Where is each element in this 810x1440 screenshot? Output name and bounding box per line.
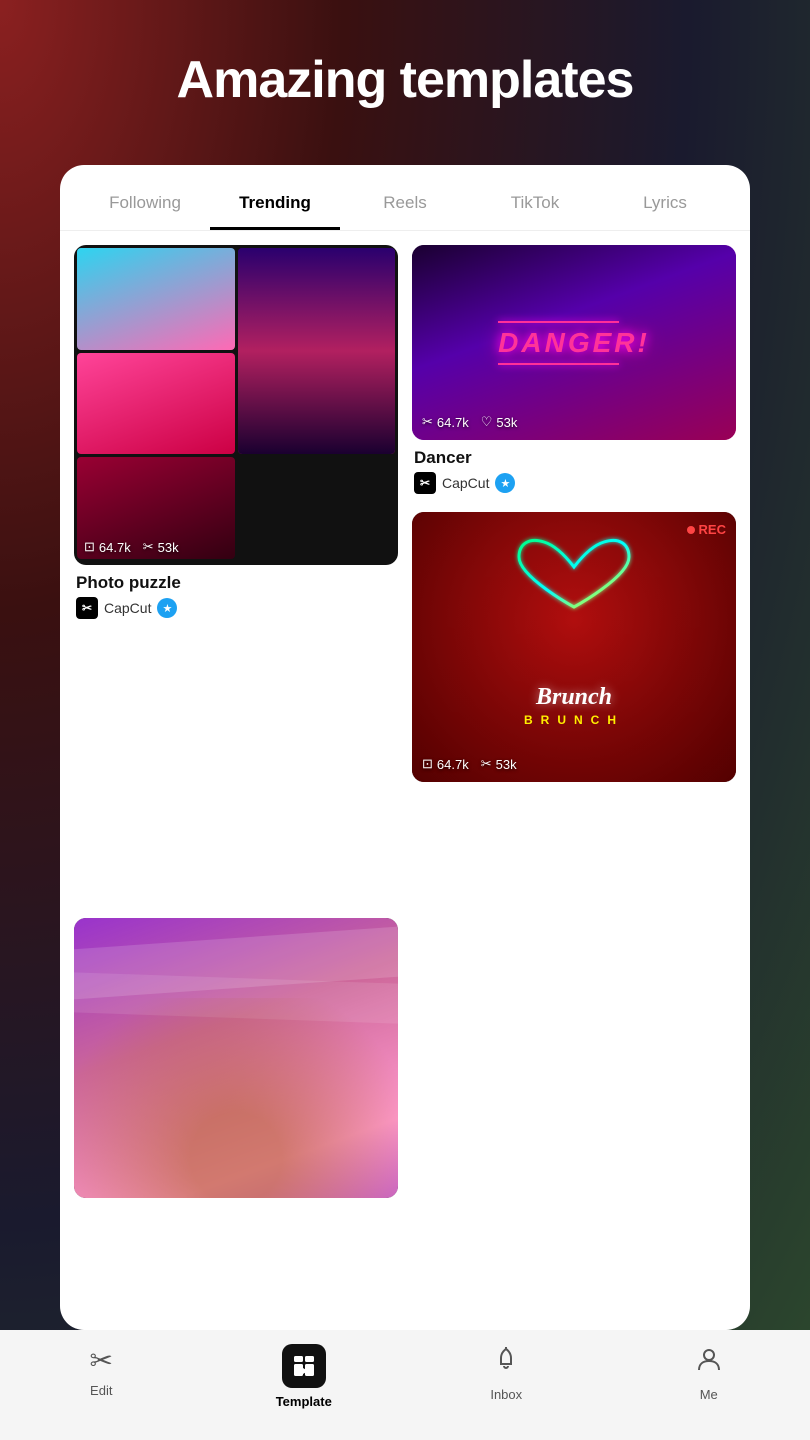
author-name: CapCut xyxy=(442,475,489,491)
tab-reels[interactable]: Reels xyxy=(340,183,470,230)
nav-edit[interactable]: ✂ Edit xyxy=(0,1344,203,1398)
bookmark-icon: ⊡ xyxy=(84,539,95,555)
nav-me[interactable]: Me xyxy=(608,1344,810,1402)
photo-puzzle-thumb: ⊡ 64.7k ✂ 53k xyxy=(74,245,398,565)
author-name: CapCut xyxy=(104,600,151,616)
bell-icon xyxy=(491,1344,521,1381)
dancer-stats: ✂ 64.7k ♡ 53k xyxy=(422,414,517,430)
tab-lyrics[interactable]: Lyrics xyxy=(600,183,730,230)
rec-dot xyxy=(687,526,695,534)
tab-tiktok[interactable]: TikTok xyxy=(470,183,600,230)
photo-puzzle-author: ✂ CapCut ★ xyxy=(76,597,396,619)
heart-stat: ♡ 53k xyxy=(481,414,518,430)
danger-text: DANGER! xyxy=(498,327,650,359)
rec-text: REC xyxy=(699,522,726,537)
capcut-logo: ✂ xyxy=(76,597,98,619)
photo-puzzle-meta: Photo puzzle ✂ CapCut ★ xyxy=(74,565,398,623)
nav-edit-label: Edit xyxy=(90,1383,112,1398)
verified-badge: ★ xyxy=(495,473,515,493)
bookmark-icon: ⊡ xyxy=(422,756,433,772)
brunch-thumb: Brunch BRUNCH REC ⊡ 64.7k xyxy=(412,512,736,782)
templates-grid: ⊡ 64.7k ✂ 53k Photo puzzle ✂ CapCut ★ xyxy=(60,231,750,1330)
bookmark-stat: ⊡ 64.7k xyxy=(422,756,469,772)
neon-heart-icon xyxy=(509,532,639,622)
photo-puzzle-title: Photo puzzle xyxy=(76,573,396,593)
right-column: DANGER! ✂ 64.7k ♡ 53k xyxy=(412,245,736,904)
list-item[interactable]: ⊡ 64.7k ✂ 53k Photo puzzle ✂ CapCut ★ xyxy=(74,245,398,904)
bookmark-stat: ⊡ 64.7k xyxy=(84,539,131,555)
bottom-nav: ✂ Edit Template Inbox xyxy=(0,1330,810,1440)
dancer-meta: Dancer ✂ CapCut ★ xyxy=(412,440,736,498)
scissors-icon: ✂ xyxy=(143,539,154,555)
scissors-stat: ✂ 53k xyxy=(143,539,179,555)
tab-trending[interactable]: Trending xyxy=(210,183,340,230)
nav-template[interactable]: Template xyxy=(203,1344,406,1409)
scissors-icon: ✂ xyxy=(481,756,492,772)
dancer-thumb: DANGER! ✂ 64.7k ♡ 53k xyxy=(412,245,736,440)
heart-icon: ♡ xyxy=(481,414,493,430)
verified-badge: ★ xyxy=(157,598,177,618)
list-item[interactable] xyxy=(74,918,398,1320)
stats-overlay: ⊡ 64.7k ✂ 53k xyxy=(84,539,179,555)
scissors-icon: ✂ xyxy=(422,414,433,430)
main-card: Following Trending Reels TikTok Lyrics xyxy=(60,165,750,1330)
portrait-thumb xyxy=(74,918,398,1198)
dancer-title: Dancer xyxy=(414,448,734,468)
tab-bar: Following Trending Reels TikTok Lyrics xyxy=(60,165,750,231)
scissors-stat: ✂ 53k xyxy=(481,756,517,772)
scissors-icon: ✂ xyxy=(90,1344,113,1377)
nav-me-label: Me xyxy=(700,1387,718,1402)
uses-count: 64.7k xyxy=(99,540,131,555)
capcut-logo: ✂ xyxy=(414,472,436,494)
brunch-stats: ⊡ 64.7k ✂ 53k xyxy=(422,756,517,772)
nav-inbox[interactable]: Inbox xyxy=(405,1344,608,1402)
scissors-stat: ✂ 64.7k xyxy=(422,414,469,430)
rec-badge: REC xyxy=(687,522,726,537)
nav-inbox-label: Inbox xyxy=(490,1387,522,1402)
page-title: Amazing templates xyxy=(0,0,810,140)
likes-count: 53k xyxy=(158,540,179,555)
template-icon xyxy=(282,1344,326,1388)
person-icon xyxy=(694,1344,724,1381)
nav-template-label: Template xyxy=(276,1394,332,1409)
list-item[interactable]: Brunch BRUNCH REC ⊡ 64.7k xyxy=(412,512,736,782)
tab-following[interactable]: Following xyxy=(80,183,210,230)
list-item[interactable]: DANGER! ✂ 64.7k ♡ 53k xyxy=(412,245,736,498)
dancer-author: ✂ CapCut ★ xyxy=(414,472,734,494)
